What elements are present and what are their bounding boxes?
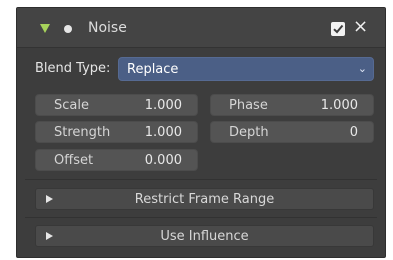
depth-label: Depth [229, 125, 269, 140]
phase-label: Phase [229, 98, 268, 113]
restrict-frame-range-subpanel[interactable]: Restrict Frame Range [35, 188, 374, 210]
strength-value: 1.000 [144, 125, 182, 140]
scale-value: 1.000 [144, 98, 182, 113]
close-icon[interactable]: × [353, 18, 368, 36]
divider [25, 217, 377, 218]
phase-field[interactable]: Phase 1.000 [210, 94, 374, 116]
enable-checkbox[interactable] [331, 22, 345, 36]
modifier-header: Noise × [17, 8, 385, 48]
phase-value: 1.000 [320, 98, 358, 113]
divider [25, 179, 377, 180]
expand-triangle-icon[interactable] [40, 24, 50, 33]
blend-type-select[interactable]: Replace ⌄ [118, 57, 374, 81]
blend-type-label: Blend Type: [35, 61, 111, 76]
depth-field[interactable]: Depth 0 [210, 121, 374, 143]
blend-type-value: Replace [127, 62, 179, 77]
scale-field[interactable]: Scale 1.000 [35, 94, 198, 116]
offset-label: Offset [54, 153, 94, 168]
use-influence-label: Use Influence [160, 229, 249, 244]
noise-modifier-panel: Noise × Blend Type: Replace ⌄ Scale 1.00… [16, 7, 386, 258]
offset-value: 0.000 [144, 153, 182, 168]
strength-label: Strength [54, 125, 111, 140]
checkmark-icon [333, 24, 344, 34]
strength-field[interactable]: Strength 1.000 [35, 121, 198, 143]
modifier-title[interactable]: Noise [88, 20, 127, 36]
offset-field[interactable]: Offset 0.000 [35, 149, 198, 171]
mute-dot-icon[interactable] [64, 25, 72, 33]
depth-value: 0 [349, 125, 358, 140]
use-influence-subpanel[interactable]: Use Influence [35, 225, 374, 247]
scale-label: Scale [54, 98, 89, 113]
chevron-down-icon: ⌄ [357, 62, 367, 75]
restrict-frame-range-label: Restrict Frame Range [134, 192, 275, 207]
